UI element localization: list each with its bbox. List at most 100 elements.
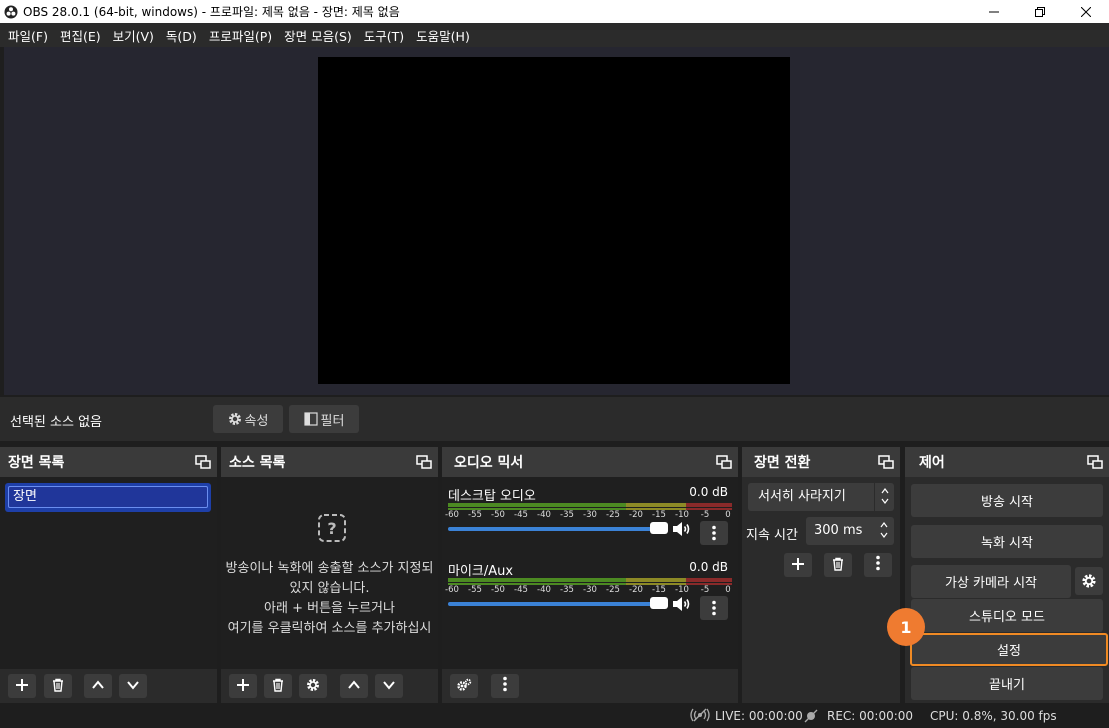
settings-button[interactable]: 설정 [910,633,1108,666]
speaker-icon[interactable] [672,521,692,537]
audio-mixer-dock: 오디오 믹서 데스크탑 오디오 0.0 dB -60 -55 -50 -45 -… [442,447,738,703]
mixer-dock-title: 오디오 믹서 [454,455,524,471]
move-source-up-button[interactable] [340,674,368,698]
add-source-button[interactable] [229,674,257,698]
scale-tick: -35 [560,510,574,520]
start-recording-label: 녹화 시작 [981,536,1033,551]
menu-bar: 파일(F) 편집(E) 보기(V) 독(D) 프로파일(P) 장면 모음(S) … [0,23,1109,47]
sources-empty-line-3: 아래 + 버튼을 누르거나 [264,601,395,616]
transitions-dock-title: 장면 전환 [754,455,811,471]
move-scene-down-button[interactable] [119,674,147,698]
start-streaming-button[interactable]: 방송 시작 [911,484,1103,517]
preview-area[interactable] [4,47,1109,395]
controls-dock: 제어 방송 시작 녹화 시작 가상 카메라 시작 스튜디오 모드 설정 1 끝내… [887,447,1109,703]
transition-select[interactable]: 서서히 사라지기 [748,483,894,511]
stream-status-icon [690,708,710,725]
scale-tick: -35 [560,585,574,595]
volume-slider[interactable] [448,527,668,531]
menu-help[interactable]: 도움말(H) [410,26,476,45]
undock-icon[interactable] [195,455,211,469]
chevron-up-icon [347,677,361,696]
remove-source-button[interactable] [264,674,292,698]
gears-icon [456,677,472,696]
gear-icon [306,677,320,696]
preview-canvas[interactable] [318,57,790,384]
plus-icon [15,677,29,696]
more-vertical-icon [711,600,717,620]
undock-icon[interactable] [878,455,894,469]
menu-view[interactable]: 보기(V) [107,26,160,45]
filters-button[interactable]: 필터 [289,405,359,433]
virtual-camera-settings-button[interactable] [1075,567,1103,595]
plus-icon [236,677,250,696]
title-bar: OBS 28.0.1 (64-bit, windows) - 프로파일: 제목 … [0,0,1109,23]
trash-icon [831,556,845,575]
sources-dock-header: 소스 목록 [221,447,438,477]
duration-spinbox[interactable]: 300 ms [806,517,894,545]
studio-mode-button[interactable]: 스튜디오 모드 [911,599,1103,632]
source-properties-button[interactable] [299,674,327,698]
advanced-audio-button[interactable] [450,674,478,698]
channel-name: 데스크탑 오디오 [448,489,536,504]
scene-name-edit[interactable]: 장면 [8,486,208,508]
volume-slider-handle[interactable] [650,597,668,609]
mixer-toolbar [442,669,738,703]
status-bar: LIVE: 00:00:00 REC: 00:00:00 CPU: 0.8%, … [0,703,1109,728]
close-icon[interactable] [1063,0,1109,23]
remove-scene-button[interactable] [44,674,72,698]
scale-tick: -5 [700,585,710,595]
menu-docks[interactable]: 독(D) [160,26,203,45]
start-recording-button[interactable]: 녹화 시작 [911,525,1103,558]
add-transition-button[interactable] [784,553,812,577]
menu-file[interactable]: 파일(F) [2,26,54,45]
spin-arrows-icon[interactable] [874,517,894,545]
more-vertical-icon [875,555,881,575]
channel-menu-button[interactable] [700,521,728,545]
channel-db: 0.0 dB [689,560,728,574]
start-virtual-camera-button[interactable]: 가상 카메라 시작 [911,565,1071,598]
remove-transition-button[interactable] [824,553,852,577]
more-vertical-icon [502,676,508,696]
undock-icon[interactable] [716,455,732,469]
volume-slider-handle[interactable] [650,522,668,534]
menu-edit[interactable]: 편집(E) [54,26,107,45]
scale-tick: -5 [700,510,710,520]
studio-mode-label: 스튜디오 모드 [969,610,1045,625]
scale-tick: -45 [514,510,528,520]
speaker-icon[interactable] [672,596,692,612]
mixer-menu-button[interactable] [491,674,519,698]
mixer-dock-header: 오디오 믹서 [442,447,738,477]
duration-value: 300 ms [814,523,863,538]
scale-tick: -60 [445,510,459,520]
transitions-dock-header: 장면 전환 [742,447,900,477]
mixer-channel-desktop: 데스크탑 오디오 0.0 dB -60 -55 -50 -45 -40 -35 … [445,485,732,555]
scale-tick: -25 [606,585,620,595]
volume-slider[interactable] [448,602,668,606]
exit-label: 끝내기 [989,678,1025,693]
channel-name: 마이크/Aux [448,564,514,579]
meter-scale: -60 -55 -50 -45 -40 -35 -30 -25 -20 -15 … [445,510,732,520]
move-scene-up-button[interactable] [84,674,112,698]
menu-profile[interactable]: 프로파일(P) [203,26,278,45]
start-streaming-label: 방송 시작 [981,495,1033,510]
scale-tick: -40 [537,585,551,595]
filters-label: 필터 [320,413,345,429]
scenes-toolbar [0,669,217,703]
properties-button[interactable]: 속성 [213,405,283,433]
minimize-icon[interactable] [971,0,1017,23]
sources-empty-line-4: 여기를 우클릭하여 소스를 추가하십시 [227,621,432,636]
transition-menu-button[interactable] [864,553,892,577]
menu-scene-collection[interactable]: 장면 모음(S) [278,26,358,45]
scene-list-item[interactable]: 장면 [5,483,211,512]
exit-button[interactable]: 끝내기 [911,667,1103,700]
sources-toolbar [221,669,438,703]
start-virtual-camera-label: 가상 카메라 시작 [945,576,1037,591]
channel-menu-button[interactable] [700,596,728,620]
undock-icon[interactable] [1087,455,1103,469]
restore-icon[interactable] [1017,0,1063,23]
move-source-down-button[interactable] [375,674,403,698]
add-scene-button[interactable] [8,674,36,698]
chevron-down-icon [126,677,140,696]
undock-icon[interactable] [416,455,432,469]
menu-tools[interactable]: 도구(T) [358,26,410,45]
